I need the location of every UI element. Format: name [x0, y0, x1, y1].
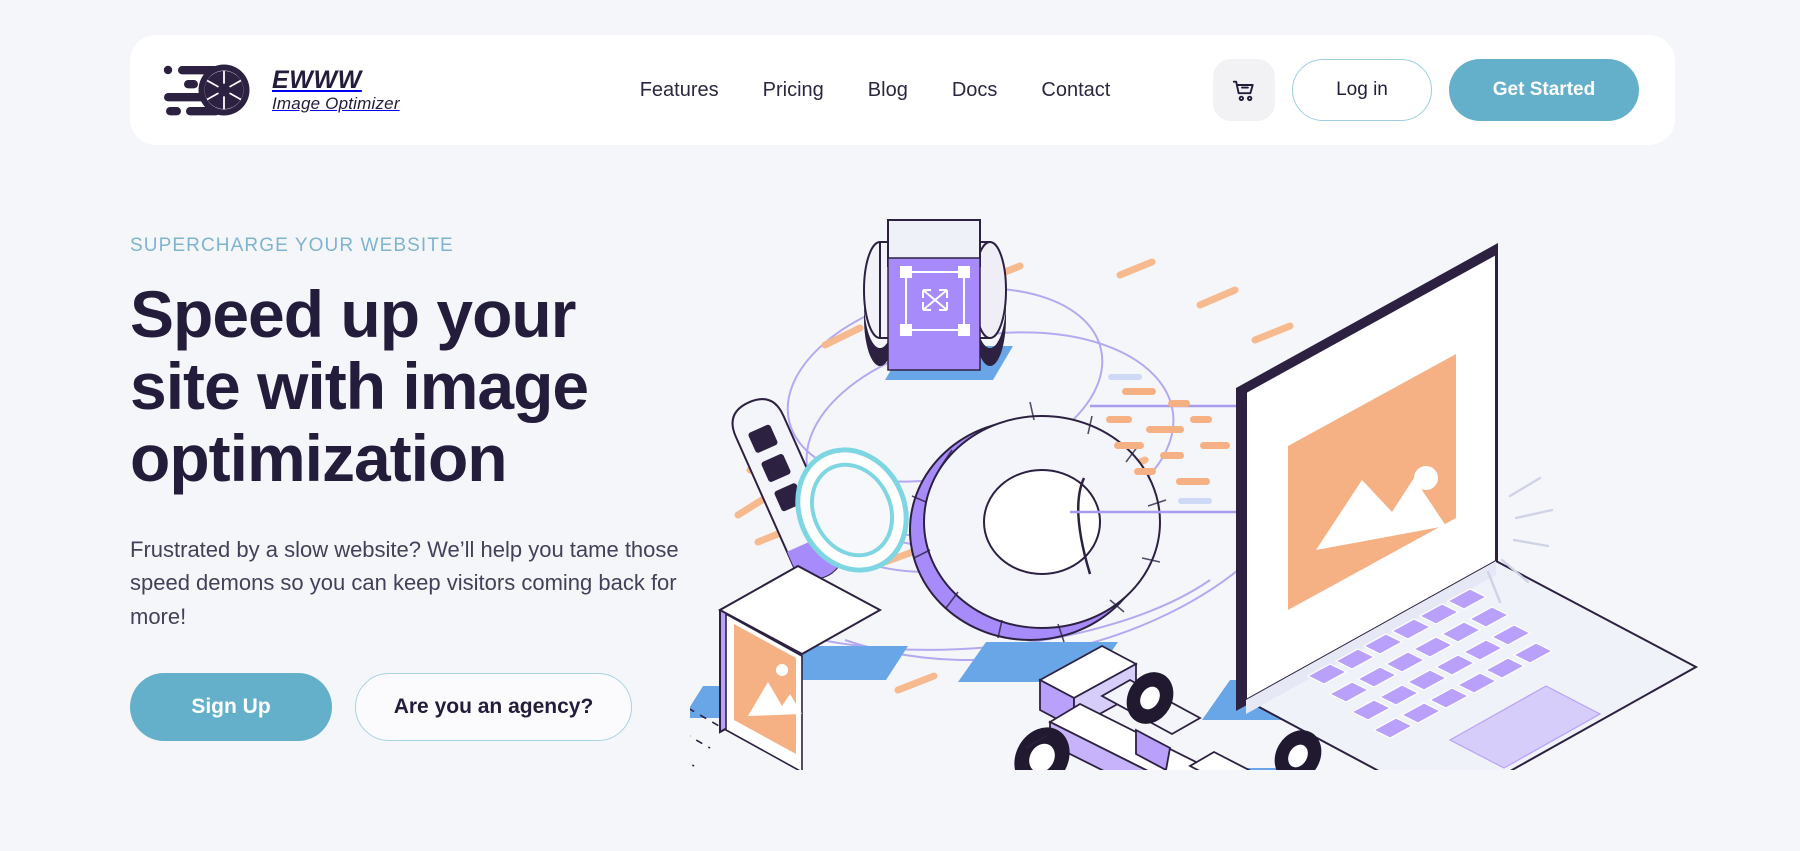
hero-content: SUPERCHARGE YOUR WEBSITE Speed up your s…: [130, 235, 750, 742]
laptop-shape: [1202, 243, 1699, 770]
isometric-image-optimization-illustration: [690, 219, 1699, 770]
hero-cta-row: Sign Up Are you an agency?: [130, 673, 750, 742]
nav-item-pricing[interactable]: Pricing: [763, 79, 824, 102]
agency-button[interactable]: Are you an agency?: [355, 673, 632, 742]
login-button[interactable]: Log in: [1292, 59, 1432, 121]
nav-item-features[interactable]: Features: [640, 79, 719, 102]
shopping-cart-icon: [1232, 80, 1254, 101]
get-started-button[interactable]: Get Started: [1449, 59, 1639, 121]
main-nav: Features Pricing Blog Docs Contact: [640, 79, 1111, 102]
purple-tire-shape: [909, 401, 1167, 643]
header-actions: Log in Get Started: [1213, 59, 1639, 121]
nav-item-docs[interactable]: Docs: [952, 79, 998, 102]
hero-subcopy: Frustrated by a slow website? We’ll help…: [130, 536, 679, 629]
nav-item-contact[interactable]: Contact: [1041, 79, 1110, 102]
hero-illustration: [690, 210, 1720, 770]
camera-reel-shape: [863, 219, 1007, 371]
hero-headline: Speed up your site with image optimizati…: [130, 277, 750, 495]
camera-aperture-speed-icon: [163, 64, 250, 116]
cart-button[interactable]: [1213, 59, 1275, 121]
brand-logo[interactable]: EWWW Image Optimizer: [162, 61, 400, 119]
hero-headline-line-3: optimization: [130, 420, 508, 495]
hero-eyebrow: SUPERCHARGE YOUR WEBSITE: [130, 235, 454, 256]
site-header: EWWW Image Optimizer Features Pricing Bl…: [130, 35, 1675, 145]
brand-name: EWWW: [272, 66, 362, 95]
landing-page: EWWW Image Optimizer Features Pricing Bl…: [0, 0, 1800, 851]
brand-tagline: Image Optimizer: [272, 93, 400, 113]
nav-item-blog[interactable]: Blog: [868, 79, 908, 102]
sign-up-button[interactable]: Sign Up: [130, 673, 332, 742]
brand-text: EWWW Image Optimizer: [272, 67, 400, 112]
hero-headline-line-2: site with image: [130, 348, 589, 423]
hero-headline-line-1: Speed up your: [130, 277, 576, 351]
